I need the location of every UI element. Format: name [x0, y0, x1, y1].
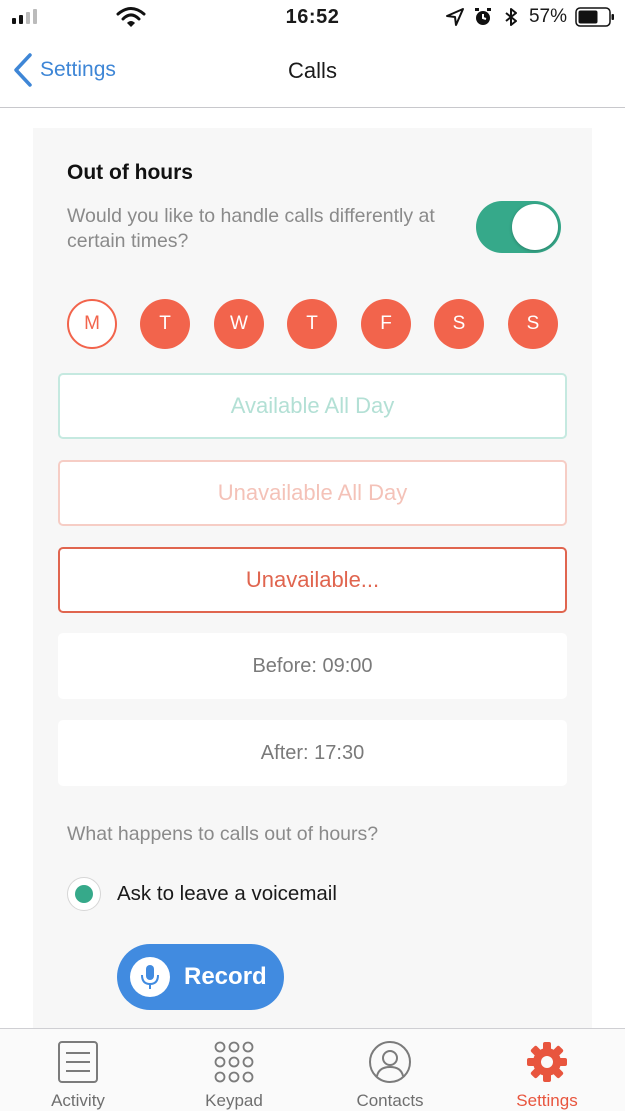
radio-selected-dot	[75, 885, 93, 903]
day-selector: M T W T F S S	[67, 299, 559, 351]
tab-keypad-label: Keypad	[205, 1091, 263, 1110]
out-of-hours-toggle[interactable]	[476, 201, 561, 253]
location-icon	[445, 8, 464, 26]
record-button-label: Record	[184, 963, 267, 990]
navigation-bar: Settings Calls	[0, 36, 625, 108]
tab-activity[interactable]: Activity	[0, 1029, 156, 1111]
day-saturday[interactable]: S	[434, 299, 484, 349]
list-icon	[58, 1041, 98, 1083]
voicemail-radio[interactable]	[67, 877, 101, 911]
day-wednesday[interactable]: W	[214, 299, 264, 349]
contacts-icon	[369, 1041, 411, 1083]
voicemail-radio-label[interactable]: Ask to leave a voicemail	[117, 882, 337, 906]
status-bar: 16:52 57%	[0, 0, 625, 36]
after-time-field[interactable]: After: 17:30	[58, 720, 567, 786]
day-friday[interactable]: F	[361, 299, 411, 349]
unavailable-all-day-button[interactable]: Unavailable All Day	[58, 460, 567, 526]
keypad-icon	[214, 1041, 254, 1083]
day-thursday[interactable]: T	[287, 299, 337, 349]
battery-icon	[575, 7, 614, 27]
day-monday[interactable]: M	[67, 299, 117, 349]
before-time-field[interactable]: Before: 09:00	[58, 633, 567, 699]
day-tuesday[interactable]: T	[140, 299, 190, 349]
record-button[interactable]: Record	[117, 944, 284, 1010]
available-all-day-button[interactable]: Available All Day	[58, 373, 567, 439]
alarm-icon	[474, 8, 491, 25]
tab-contacts[interactable]: Contacts	[312, 1029, 468, 1111]
tab-settings-label: Settings	[516, 1091, 578, 1110]
unavailable-custom-button[interactable]: Unavailable...	[58, 547, 567, 613]
section-title: Out of hours	[67, 161, 193, 184]
gear-icon	[527, 1042, 567, 1082]
tab-bar: Activity Keypad Contacts Settings	[0, 1028, 625, 1111]
bluetooth-icon	[505, 8, 517, 26]
status-right-group: 57%	[445, 6, 615, 28]
tab-activity-label: Activity	[51, 1091, 105, 1110]
microphone-icon	[130, 957, 170, 997]
tab-contacts-label: Contacts	[356, 1091, 424, 1110]
tab-keypad[interactable]: Keypad	[156, 1029, 312, 1111]
page-title: Calls	[288, 58, 337, 83]
toggle-knob	[512, 204, 558, 250]
section-description: Would you like to handle calls different…	[67, 205, 435, 252]
calls-question-label: What happens to calls out of hours?	[67, 823, 379, 845]
day-sunday[interactable]: S	[508, 299, 558, 349]
tab-settings[interactable]: Settings	[469, 1029, 625, 1111]
battery-percent: 57%	[528, 6, 567, 27]
